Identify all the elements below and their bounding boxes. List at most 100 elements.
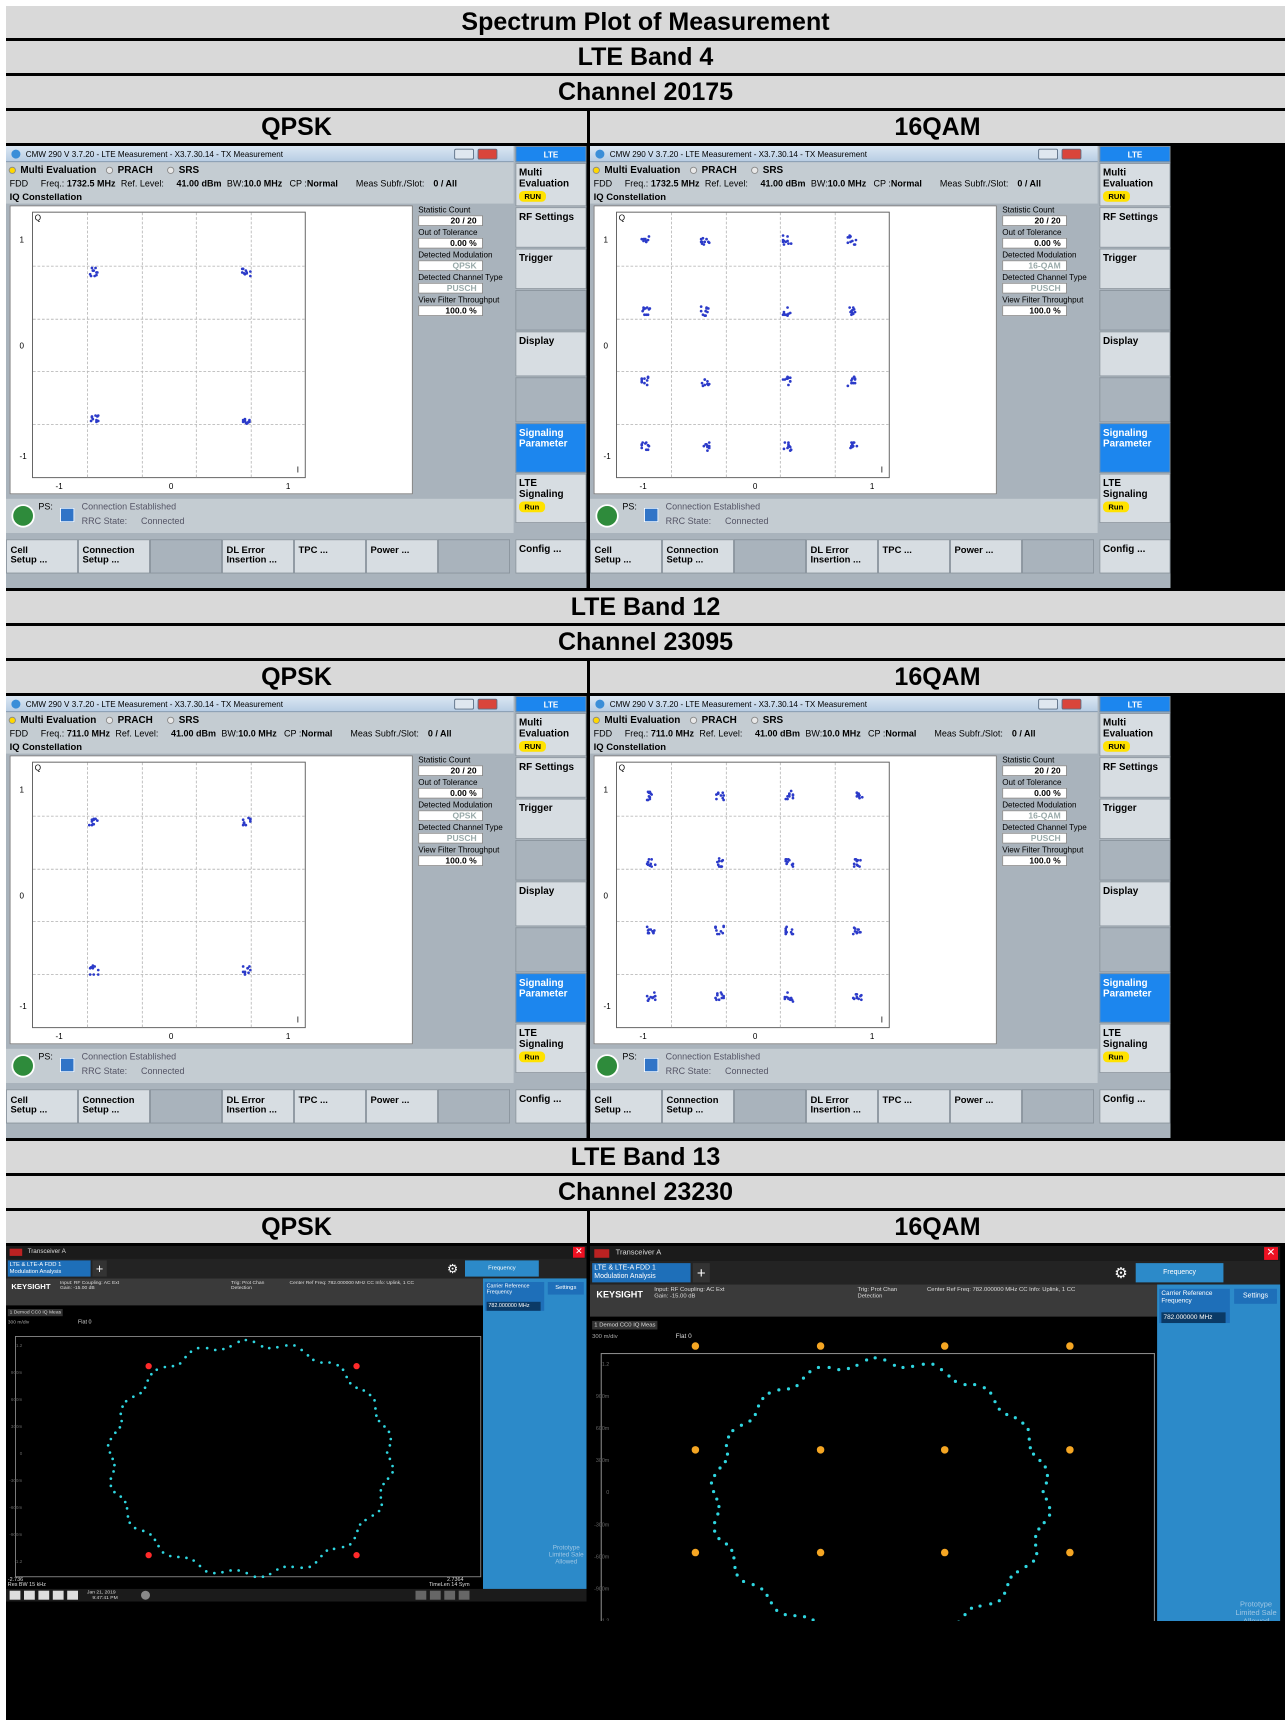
softkey-cell[interactable]: Cell Setup ... [6, 1089, 78, 1124]
config-button[interactable]: Config ... [1099, 1089, 1171, 1124]
softkey-tpc-...[interactable]: TPC ... [294, 539, 366, 574]
trace-point [108, 1450, 112, 1454]
trigger-button[interactable]: Trigger [515, 798, 587, 840]
close-button[interactable] [477, 148, 498, 160]
rf-settings-button[interactable]: RF Settings [1099, 757, 1171, 798]
add-tab-button[interactable]: + [92, 1260, 107, 1277]
settings-tab[interactable]: Settings [547, 1282, 584, 1295]
close-icon[interactable]: ✕ [573, 1246, 585, 1258]
redo-icon[interactable] [38, 1590, 50, 1600]
lte-label: LTE [515, 696, 587, 713]
multi-evaluation-button[interactable]: Multi Evaluation RUN [1099, 163, 1171, 207]
tab-prach[interactable]: PRACH [103, 164, 153, 177]
softkey-power-...[interactable]: Power ... [366, 1089, 438, 1124]
settings-gear-icon[interactable]: ⚙ [1114, 1264, 1131, 1281]
minimize-button[interactable] [1038, 698, 1058, 710]
softkey-cell[interactable]: Cell Setup ... [590, 539, 662, 574]
softkey-power-...[interactable]: Power ... [950, 1089, 1022, 1124]
softkey-connection[interactable]: Connection Setup ... [662, 1089, 734, 1124]
rf-settings-button[interactable]: RF Settings [1099, 207, 1171, 248]
softkey-connection[interactable]: Connection Setup ... [78, 539, 150, 574]
mode-tab[interactable]: LTE & LTE-A FDD 1 Modulation Analysis [7, 1260, 91, 1277]
config-button[interactable]: Config ... [515, 539, 587, 574]
softkey-power-...[interactable]: Power ... [366, 539, 438, 574]
tab-srs[interactable]: SRS [748, 164, 783, 177]
display-button[interactable]: Display [515, 881, 587, 927]
multi-evaluation-button[interactable]: Multi Evaluation RUN [1099, 713, 1171, 757]
undo-icon[interactable] [24, 1590, 35, 1600]
file-icon[interactable] [52, 1590, 64, 1600]
softkey-tpc-...[interactable]: TPC ... [294, 1089, 366, 1124]
windows-icon[interactable] [9, 1590, 21, 1600]
close-icon[interactable]: ✕ [1264, 1247, 1279, 1260]
trace-point [126, 1514, 130, 1518]
tab-prach[interactable]: PRACH [103, 714, 153, 727]
carrier-frequency-value[interactable]: 782.000000 MHz [486, 1301, 541, 1311]
trace-point [155, 1368, 159, 1371]
x-axis-name: I [296, 465, 299, 475]
minimize-button[interactable] [454, 148, 474, 160]
softkey-power-...[interactable]: Power ... [950, 539, 1022, 574]
close-button[interactable] [477, 698, 498, 710]
minimize-button[interactable] [454, 698, 474, 710]
trace-point [349, 1381, 352, 1385]
lte-signaling-button[interactable]: LTE Signaling Run [1099, 473, 1171, 524]
tab-multi-evaluation[interactable]: Multi Evaluation [6, 164, 96, 177]
multi-evaluation-button[interactable]: Multi Evaluation RUN [515, 163, 587, 207]
tab-srs[interactable]: SRS [164, 714, 199, 727]
lte-signaling-button[interactable]: LTE Signaling Run [515, 1023, 587, 1074]
trace-point [134, 1526, 137, 1530]
trigger-button[interactable]: Trigger [1099, 248, 1171, 290]
softkey-tpc-...[interactable]: TPC ... [878, 539, 950, 574]
display-button[interactable]: Display [1099, 881, 1171, 927]
softkey-dl-error[interactable]: DL Error Insertion ... [222, 1089, 294, 1124]
minimize-button[interactable] [1038, 148, 1058, 160]
trigger-button[interactable]: Trigger [515, 248, 587, 290]
collapse-icon[interactable] [458, 1590, 470, 1600]
tab-multi-evaluation[interactable]: Multi Evaluation [590, 714, 680, 727]
signaling-parameter-button[interactable]: Signaling Parameter [1099, 423, 1171, 473]
add-tab-button[interactable]: + [692, 1263, 710, 1283]
softkey-connection[interactable]: Connection Setup ... [78, 1089, 150, 1124]
display-button[interactable]: Display [515, 331, 587, 377]
lte-signaling-button[interactable]: LTE Signaling Run [515, 473, 587, 524]
softkey-tpc-...[interactable]: TPC ... [878, 1089, 950, 1124]
signaling-parameter-button[interactable]: Signaling Parameter [515, 423, 587, 473]
carrier-frequency-value[interactable]: 782.000000 MHz [1161, 1312, 1226, 1324]
rf-settings-button[interactable]: RF Settings [515, 757, 587, 798]
keyboard-icon[interactable] [415, 1590, 427, 1600]
mode-tab[interactable]: LTE & LTE-A FDD 1 Modulation Analysis [592, 1263, 691, 1283]
close-button[interactable] [1061, 148, 1082, 160]
softkey-dl-error[interactable]: DL Error Insertion ... [806, 539, 878, 574]
trigger-button[interactable]: Trigger [1099, 798, 1171, 840]
tab-multi-evaluation[interactable]: Multi Evaluation [6, 714, 96, 727]
display-button[interactable]: Display [1099, 331, 1171, 377]
tab-srs[interactable]: SRS [748, 714, 783, 727]
softkey-dl-error[interactable]: DL Error Insertion ... [222, 539, 294, 574]
rf-settings-button[interactable]: RF Settings [515, 207, 587, 248]
close-button[interactable] [1061, 698, 1082, 710]
tab-prach[interactable]: PRACH [687, 714, 737, 727]
frequency-menu[interactable]: Frequency [465, 1260, 539, 1277]
signaling-parameter-button[interactable]: Signaling Parameter [515, 973, 587, 1023]
lte-signaling-button[interactable]: LTE Signaling Run [1099, 1023, 1171, 1074]
help-icon[interactable] [67, 1590, 78, 1600]
trace-point [221, 1570, 224, 1574]
frequency-menu[interactable]: Frequency [1135, 1263, 1224, 1283]
tab-srs[interactable]: SRS [164, 164, 199, 177]
signaling-parameter-button[interactable]: Signaling Parameter [1099, 973, 1171, 1023]
window-titlebar: CMW 290 V 3.7.20 - LTE Measurement - X3.… [6, 146, 514, 163]
settings-tab[interactable]: Settings [1234, 1288, 1277, 1304]
multi-evaluation-button[interactable]: Multi Evaluation RUN [515, 713, 587, 757]
settings-gear-icon[interactable]: ⚙ [447, 1261, 461, 1275]
softkey-cell[interactable]: Cell Setup ... [590, 1089, 662, 1124]
fullscreen-icon[interactable] [444, 1590, 456, 1600]
config-button[interactable]: Config ... [1099, 539, 1171, 574]
tab-multi-evaluation[interactable]: Multi Evaluation [590, 164, 680, 177]
softkey-connection[interactable]: Connection Setup ... [662, 539, 734, 574]
tab-prach[interactable]: PRACH [687, 164, 737, 177]
softkey-cell[interactable]: Cell Setup ... [6, 539, 78, 574]
softkey-dl-error[interactable]: DL Error Insertion ... [806, 1089, 878, 1124]
touch-icon[interactable] [429, 1590, 441, 1600]
config-button[interactable]: Config ... [515, 1089, 587, 1124]
